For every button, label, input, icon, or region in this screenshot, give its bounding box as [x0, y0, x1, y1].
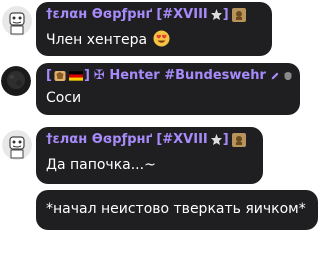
message-bubble[interactable]: *начал неистово тверкать яичком*	[36, 190, 318, 230]
heart-eyes-emoji-icon	[153, 30, 170, 47]
rank-emblem-icon	[231, 132, 246, 147]
sender-avatar[interactable]	[2, 130, 32, 160]
sender-avatar[interactable]	[1, 66, 31, 96]
message-bubble[interactable]: †ɛлαн Ѳɞрƒрнґ [#XVIII ] Член хентера	[36, 2, 272, 56]
message-text: Член хентера	[46, 30, 170, 48]
sender-name[interactable]: †ɛлαн Ѳɞрƒрнґ [#XVIII ]	[46, 7, 246, 22]
message-bubble[interactable]: †ɛлαн Ѳɞрƒрнґ [#XVIII ] Да папочка...~	[36, 127, 263, 184]
badge-icon	[54, 71, 66, 81]
clan-badge-icon	[210, 134, 222, 145]
sender-name[interactable]: [ ] ✠ Henter #Bundeswehr	[46, 68, 293, 83]
message-bubble[interactable]: [ ] ✠ Henter #Bundeswehr Соси	[36, 63, 300, 115]
pencil-icon	[271, 72, 279, 79]
shield-icon	[284, 71, 292, 80]
sender-name[interactable]: †ɛлαн Ѳɞрƒрнґ [#XVIII ]	[46, 132, 246, 147]
rank-emblem-icon	[231, 7, 246, 22]
message-text: *начал неистово тверкать яичком*	[46, 201, 306, 217]
sender-avatar[interactable]	[2, 6, 32, 36]
message-text: Соси	[46, 90, 82, 106]
german-flag-icon	[68, 70, 83, 81]
message-text: Да папочка...~	[46, 157, 156, 173]
clan-badge-icon	[210, 9, 222, 20]
